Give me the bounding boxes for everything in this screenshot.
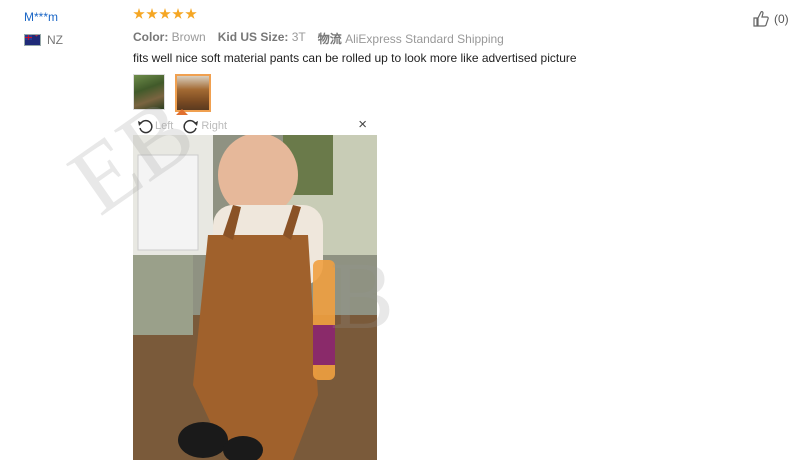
review-photo: [133, 135, 377, 460]
thumbnail-1[interactable]: [133, 74, 165, 110]
rotate-left-label: Left: [155, 120, 174, 132]
rotate-right-icon: [183, 119, 199, 134]
image-viewer-toolbar: Left Right ×: [137, 116, 377, 136]
rotate-right-button[interactable]: Right: [183, 118, 227, 134]
attribute-color: Color: Brown: [133, 30, 206, 44]
close-icon[interactable]: ×: [358, 116, 367, 133]
attribute-size: Kid US Size: 3T: [217, 30, 306, 44]
reviewer-name[interactable]: M***m: [24, 10, 58, 24]
star-icon: [146, 8, 158, 19]
review-thumbnails: [133, 74, 211, 112]
rotate-left-button[interactable]: Left: [137, 118, 173, 134]
star-icon: [185, 8, 197, 19]
star-icon: [133, 8, 145, 19]
nz-flag-icon: [24, 34, 41, 46]
order-attributes: Color: Brown Kid US Size: 3T 物流 AliExpre…: [133, 30, 504, 47]
star-rating: [133, 8, 197, 20]
review-text: fits well nice soft material pants can b…: [133, 51, 577, 65]
thumbnail-2[interactable]: [175, 74, 211, 112]
selected-thumbnail-arrow: [176, 109, 188, 115]
rotate-right-label: Right: [201, 120, 228, 132]
helpful-count: (0): [774, 12, 789, 26]
thumbs-up-icon: [753, 10, 769, 27]
helpful-button[interactable]: (0): [752, 10, 789, 28]
star-icon: [159, 8, 171, 19]
attribute-logistics: 物流 AliExpress Standard Shipping: [317, 32, 504, 46]
star-icon: [172, 8, 184, 19]
reviewer-country: NZ: [24, 33, 63, 47]
country-code: NZ: [47, 33, 63, 47]
rotate-left-icon: [138, 119, 153, 134]
